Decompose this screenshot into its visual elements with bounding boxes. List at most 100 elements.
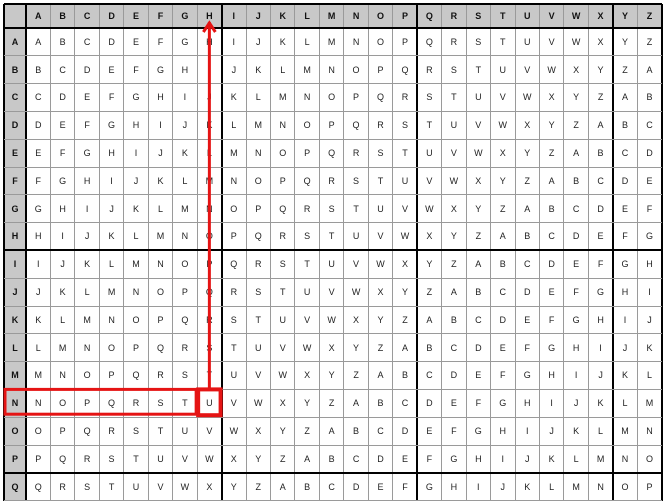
table-cell: R	[206, 314, 213, 325]
table-cell: C	[34, 92, 42, 103]
table-cell: N	[328, 64, 335, 75]
grid-line	[4, 444, 662, 446]
table-cell: G	[132, 92, 140, 103]
table-cell: I	[61, 231, 64, 242]
table-cell: P	[255, 203, 262, 214]
table-cell: A	[450, 287, 457, 298]
table-cell: V	[426, 175, 433, 186]
table-cell: E	[108, 64, 115, 75]
table-cell: T	[182, 398, 188, 409]
table-cell: G	[548, 342, 556, 353]
table-cell: H	[206, 36, 213, 47]
table-cell: E	[59, 120, 66, 131]
table-cell: A	[548, 175, 555, 186]
table-cell: T	[255, 314, 262, 325]
table-cell: Q	[254, 231, 262, 242]
table-cell: O	[621, 481, 629, 492]
table-cell: L	[157, 203, 163, 214]
table-cell: E	[548, 287, 555, 298]
table-cell: M	[572, 481, 580, 492]
table-cell: X	[377, 287, 384, 298]
table-cell: X	[597, 36, 604, 47]
table-cell: A	[646, 64, 653, 75]
table-cell: T	[377, 175, 384, 186]
row-header-a: A	[4, 28, 26, 56]
table-cell: D	[646, 148, 653, 159]
table-cell: N	[255, 148, 262, 159]
column-header-j: J	[246, 4, 271, 28]
table-cell: B	[426, 342, 433, 353]
column-header-h: H	[197, 4, 222, 28]
table-cell: X	[230, 453, 237, 464]
table-cell: J	[598, 370, 603, 381]
table-cell: T	[206, 370, 213, 381]
table-cell: Q	[328, 148, 336, 159]
table-cell: K	[597, 398, 604, 409]
table-cell: L	[549, 481, 555, 492]
table-cell: Z	[353, 370, 359, 381]
table-cell: C	[377, 426, 384, 437]
table-cell: Q	[377, 92, 385, 103]
table-cell: S	[255, 287, 262, 298]
table-cell: D	[108, 36, 115, 47]
table-cell: V	[304, 314, 311, 325]
table-cell: R	[59, 481, 66, 492]
table-cell: X	[450, 203, 457, 214]
table-cell: Q	[352, 120, 360, 131]
column-header-x: X	[588, 4, 613, 28]
table-cell: U	[450, 120, 458, 131]
grid-line	[4, 27, 662, 29]
table-cell: K	[206, 120, 213, 131]
table-cell: D	[59, 92, 66, 103]
table-cell: V	[279, 342, 286, 353]
table-cell: M	[327, 36, 336, 47]
table-cell: H	[646, 259, 653, 270]
table-cell: O	[279, 148, 287, 159]
table-cell: E	[499, 342, 506, 353]
table-cell: C	[523, 259, 531, 270]
table-cell: X	[353, 314, 360, 325]
table-cell: T	[133, 453, 139, 464]
table-cell: O	[254, 175, 262, 186]
grid-line	[4, 333, 662, 335]
column-header-a: A	[26, 4, 51, 28]
table-cell: W	[571, 36, 581, 47]
table-cell: H	[59, 203, 66, 214]
vigenere-table: ABCDEFGHIJKLMNOPQRSTUVWXYZAABCDEFGHIJKLM…	[0, 0, 666, 501]
table-cell: F	[597, 259, 604, 270]
column-header-g: G	[172, 4, 198, 28]
table-cell: Y	[279, 426, 286, 437]
table-cell: R	[279, 231, 286, 242]
table-cell: B	[450, 314, 457, 325]
table-cell: K	[59, 287, 66, 298]
table-cell: W	[474, 148, 483, 159]
table-cell: M	[205, 175, 214, 186]
table-cell: K	[622, 370, 629, 381]
table-cell: F	[157, 36, 164, 47]
table-cell: J	[60, 259, 65, 270]
table-cell: B	[35, 64, 42, 75]
table-cell: U	[377, 203, 384, 214]
table-cell: U	[206, 398, 213, 409]
table-cell: N	[59, 370, 66, 381]
table-cell: L	[231, 120, 237, 131]
grid-line	[4, 110, 662, 112]
table-cell: T	[402, 148, 408, 159]
grid-line	[4, 83, 662, 85]
table-cell: N	[230, 175, 238, 186]
table-cell: X	[573, 64, 580, 75]
table-cell: Q	[303, 175, 311, 186]
table-cell: S	[230, 314, 237, 325]
grid-line	[74, 4, 76, 501]
table-cell: D	[523, 287, 531, 298]
grid-line	[367, 4, 369, 501]
table-cell: D	[548, 259, 555, 270]
table-cell: N	[206, 203, 213, 214]
table-cell: M	[34, 370, 42, 381]
row-header-d: D	[4, 111, 26, 140]
table-cell: W	[351, 287, 361, 298]
table-cell: I	[623, 314, 627, 325]
table-cell: P	[353, 92, 360, 103]
grid-line	[514, 4, 516, 501]
table-cell: Y	[573, 92, 580, 103]
